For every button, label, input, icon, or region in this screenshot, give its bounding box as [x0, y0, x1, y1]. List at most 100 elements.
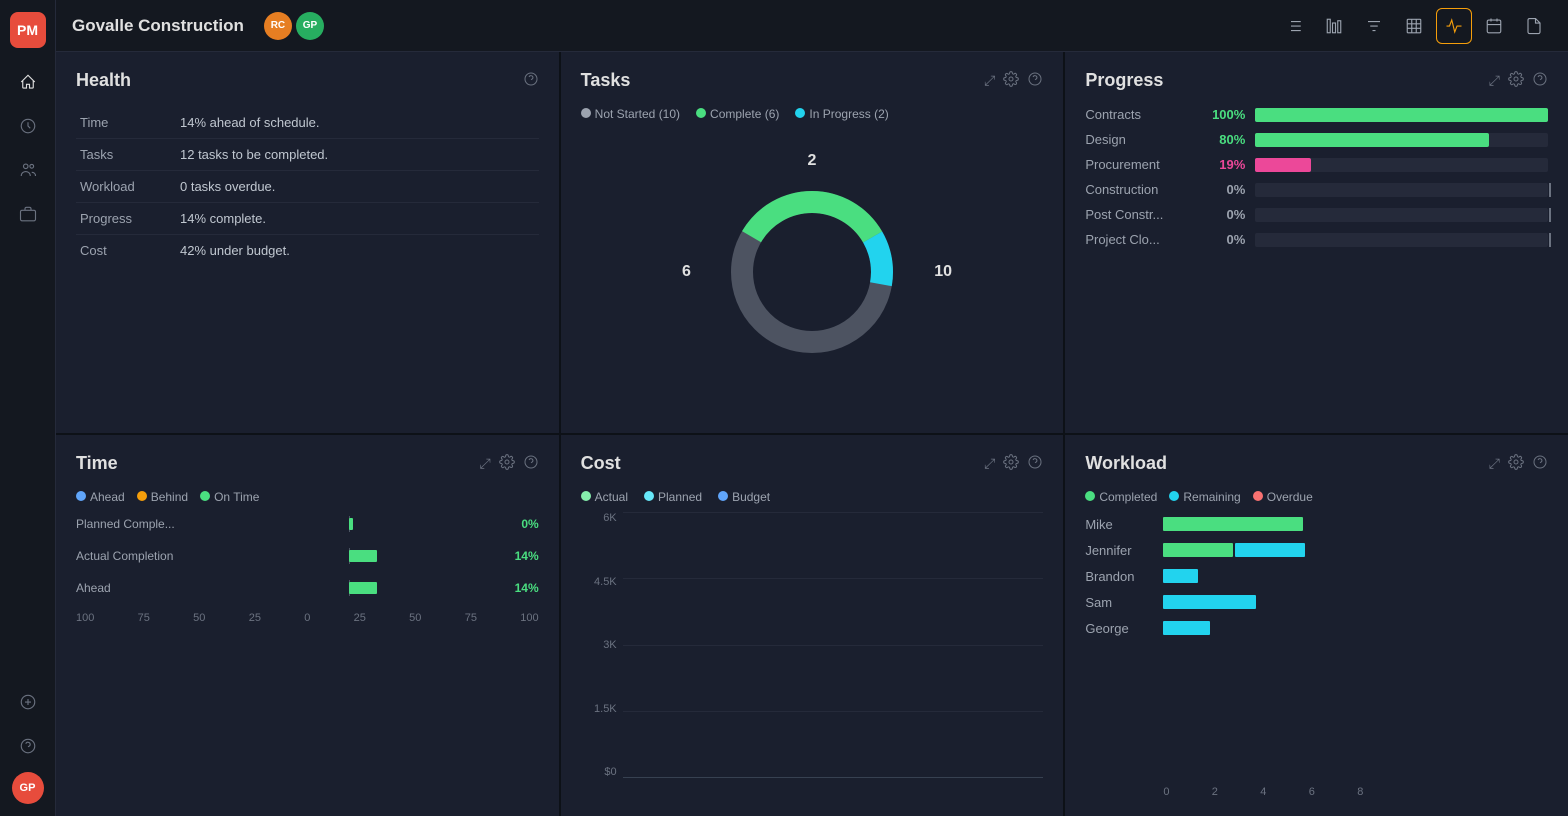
health-actions	[523, 71, 539, 90]
wl-legend-remaining: Remaining	[1169, 490, 1240, 504]
post-construction-label: Post Constr...	[1085, 207, 1195, 222]
design-bar	[1255, 133, 1548, 147]
time-expand-icon[interactable]: ⤢	[479, 455, 490, 472]
project-closure-zero-marker	[1549, 233, 1551, 247]
workload-panel-header: Workload ⤢	[1085, 453, 1548, 474]
workload-row-mike: Mike	[1085, 516, 1548, 532]
main-content: Govalle Construction RC GP	[56, 0, 1568, 816]
health-help-icon[interactable]	[523, 71, 539, 90]
file-view-button[interactable]	[1516, 8, 1552, 44]
time-settings-icon[interactable]	[499, 454, 515, 473]
jennifer-completed-bar	[1163, 543, 1233, 557]
progress-rows: Contracts 100% Design 80% Procuremen	[1085, 107, 1548, 247]
pulse-view-button[interactable]	[1436, 8, 1472, 44]
health-label-time: Time	[76, 107, 176, 139]
cost-y-axis: 6K 4.5K 3K 1.5K $0	[581, 512, 623, 798]
workload-settings-icon[interactable]	[1508, 454, 1524, 473]
tasks-panel: Tasks ⤢ Not Started (10) Complete (6) In…	[561, 52, 1064, 433]
progress-panel-header: Progress ⤢	[1085, 70, 1548, 91]
cost-expand-icon[interactable]: ⤢	[984, 455, 995, 472]
tasks-expand-icon[interactable]: ⤢	[984, 72, 995, 89]
sam-bars	[1163, 594, 1256, 610]
progress-row-project-closure: Project Clo... 0%	[1085, 232, 1548, 247]
sidebar-item-history[interactable]	[10, 108, 46, 144]
time-rows: Planned Comple... 0% Actual Completion	[76, 516, 539, 596]
cost-legend-planned: Planned	[644, 490, 702, 504]
time-panel: Time ⤢ Ahead Behind On Time	[56, 435, 559, 816]
progress-row-procurement: Procurement 19%	[1085, 157, 1548, 172]
actual-label: Actual Completion	[76, 549, 196, 563]
workload-actions: ⤢	[1489, 454, 1548, 473]
time-row-planned: Planned Comple... 0%	[76, 516, 539, 532]
health-row-workload: Workload 0 tasks overdue.	[76, 171, 539, 203]
time-panel-header: Time ⤢	[76, 453, 539, 474]
jennifer-label: Jennifer	[1085, 543, 1155, 558]
workload-panel: Workload ⤢ Completed Remaining Overdue	[1065, 435, 1568, 816]
header-avatars: RC GP	[264, 12, 324, 40]
cost-legend-actual: Actual	[581, 490, 628, 504]
sidebar-help-button[interactable]	[10, 728, 46, 764]
sidebar-item-home[interactable]	[10, 64, 46, 100]
health-value-progress: 14% complete.	[176, 203, 539, 235]
cost-grid-4	[623, 711, 1044, 712]
list-view-button[interactable]	[1276, 8, 1312, 44]
cost-title: Cost	[581, 453, 621, 474]
ahead-pct: 14%	[503, 581, 539, 595]
cost-grid-3	[623, 645, 1044, 646]
tasks-help-icon[interactable]	[1027, 71, 1043, 90]
mike-label: Mike	[1085, 517, 1155, 532]
health-label-tasks: Tasks	[76, 139, 176, 171]
avatar-gp[interactable]: GP	[296, 12, 324, 40]
construction-pct: 0%	[1205, 182, 1245, 197]
cost-settings-icon[interactable]	[1003, 454, 1019, 473]
legend-in-progress: In Progress (2)	[795, 107, 888, 121]
avatar-rc[interactable]: RC	[264, 12, 292, 40]
sidebar-item-portfolio[interactable]	[10, 196, 46, 232]
progress-help-icon[interactable]	[1532, 71, 1548, 90]
time-help-icon[interactable]	[523, 454, 539, 473]
sam-remaining-bar	[1163, 595, 1256, 609]
contracts-bar	[1255, 108, 1548, 122]
app-logo[interactable]: PM	[10, 12, 46, 48]
sidebar-item-people[interactable]	[10, 152, 46, 188]
brandon-remaining-bar	[1163, 569, 1198, 583]
filter-view-button[interactable]	[1356, 8, 1392, 44]
wl-legend-completed: Completed	[1085, 490, 1157, 504]
sidebar-user-avatar[interactable]: GP	[12, 772, 44, 804]
procurement-pct: 19%	[1205, 157, 1245, 172]
project-closure-bar	[1255, 233, 1548, 247]
donut-label-right: 10	[934, 263, 952, 281]
progress-settings-icon[interactable]	[1508, 71, 1524, 90]
health-value-workload: 0 tasks overdue.	[176, 171, 539, 203]
ahead-label: Ahead	[76, 581, 196, 595]
progress-panel: Progress ⤢ Contracts 100%	[1065, 52, 1568, 433]
brandon-bars	[1163, 568, 1198, 584]
table-view-button[interactable]	[1396, 8, 1432, 44]
cost-panel-header: Cost ⤢	[581, 453, 1044, 474]
mike-bars	[1163, 516, 1303, 532]
health-title: Health	[76, 70, 131, 91]
calendar-view-button[interactable]	[1476, 8, 1512, 44]
health-value-cost: 42% under budget.	[176, 235, 539, 267]
planned-bar-area	[204, 516, 495, 532]
cost-legend-budget: Budget	[718, 490, 770, 504]
cost-grid-1	[623, 512, 1044, 513]
time-row-ahead: Ahead 14%	[76, 580, 539, 596]
time-actions: ⤢	[479, 454, 538, 473]
jennifer-remaining-bar	[1235, 543, 1305, 557]
health-label-cost: Cost	[76, 235, 176, 267]
sidebar-add-button[interactable]	[10, 684, 46, 720]
workload-x-axis: 0 2 4 6 8	[1085, 786, 1363, 798]
workload-row-sam: Sam	[1085, 594, 1548, 610]
tasks-settings-icon[interactable]	[1003, 71, 1019, 90]
project-closure-label: Project Clo...	[1085, 232, 1195, 247]
health-value-tasks: 12 tasks to be completed.	[176, 139, 539, 171]
tasks-panel-header: Tasks ⤢	[581, 70, 1044, 91]
workload-expand-icon[interactable]: ⤢	[1489, 455, 1500, 472]
header: Govalle Construction RC GP	[56, 0, 1568, 52]
chart-view-button[interactable]	[1316, 8, 1352, 44]
progress-expand-icon[interactable]: ⤢	[1489, 72, 1500, 89]
workload-help-icon[interactable]	[1532, 454, 1548, 473]
cost-help-icon[interactable]	[1027, 454, 1043, 473]
health-row-tasks: Tasks 12 tasks to be completed.	[76, 139, 539, 171]
